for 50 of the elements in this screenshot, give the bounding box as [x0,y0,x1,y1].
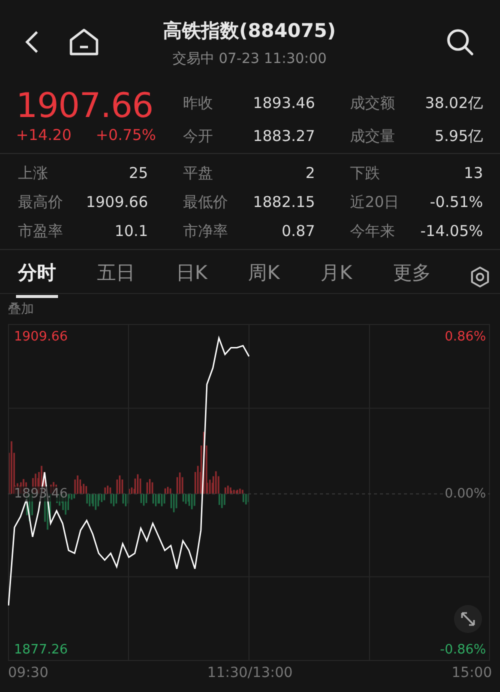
stat-value: 1909.66 [86,193,148,211]
stat-label: 昨收 [183,94,213,113]
chart-tab[interactable]: 更多 [391,256,434,298]
stat-value: 2 [305,164,315,182]
axis-label: 11:30/13:00 [207,665,293,681]
stat-label: 平盘 [183,164,213,183]
chart-tab[interactable]: 日K [174,256,210,298]
stat-value: 1893.46 [252,94,315,112]
settings-icon[interactable] [470,266,490,288]
stat-label: 成交额 [350,94,395,113]
search-icon[interactable] [446,28,474,56]
stat-label: 今开 [183,127,213,146]
chart-tab[interactable]: 月K [318,256,354,298]
axis-label: 1909.66 [14,330,68,345]
stat-value: 5.95亿 [434,127,483,146]
stat-label: 近20日 [350,193,400,212]
expand-button[interactable] [454,605,482,633]
stat-value: 10.1 [114,222,148,240]
stat-label: 成交量 [350,127,395,146]
stat-label: 下跌 [350,164,380,183]
stat-value: 1883.27 [252,127,315,145]
price-change: +14.20 [16,126,72,144]
stat-label: 最高价 [18,193,63,212]
stat-label: 上涨 [18,164,48,183]
axis-label: 09:30 [8,665,48,681]
chart-tab[interactable]: 五日 [94,256,137,298]
axis-label: 0.86% [444,330,486,345]
chart-tab[interactable]: 周K [246,256,282,298]
home-icon[interactable] [69,28,99,56]
chart-tab[interactable]: 分时 [16,256,58,298]
axis-label: -0.86% [440,642,486,658]
trading-status: 交易中 07-23 11:30:00 [172,50,327,68]
stat-value: -0.51% [430,193,483,211]
percent-change: +0.75% [96,126,156,144]
stat-value: 25 [128,164,148,182]
stat-value: -14.05% [420,222,483,240]
stat-value: 13 [464,164,483,182]
stat-value: 38.02亿 [425,94,483,113]
stat-label: 市净率 [183,222,228,241]
stat-value: 1882.15 [252,193,315,211]
axis-label: 1877.26 [14,642,68,658]
stat-label: 市盈率 [18,222,63,241]
stat-value: 0.87 [282,222,315,240]
index-price: 1907.66 [16,88,154,124]
page-title: 高铁指数(884075) [163,19,336,44]
stat-label: 今年来 [350,222,395,241]
axis-label: 15:00 [452,665,492,681]
back-icon[interactable] [25,30,39,54]
expand-icon [460,611,476,627]
stat-label: 最低价 [183,193,228,212]
